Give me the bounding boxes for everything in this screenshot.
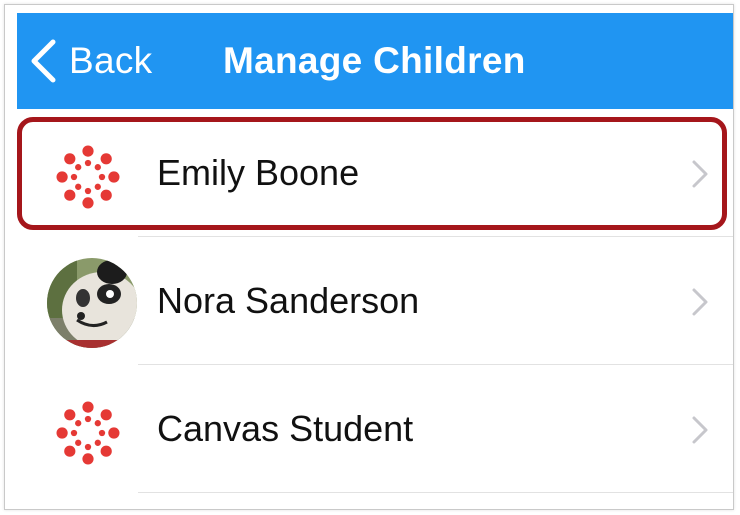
- page-title: Manage Children: [223, 40, 526, 81]
- child-name: Canvas Student: [157, 408, 414, 449]
- back-label: Back: [69, 40, 153, 81]
- chevron-right-icon: [692, 288, 708, 316]
- list-item-child[interactable]: Nora Sanderson: [17, 237, 733, 365]
- list-item-child[interactable]: Emily Boone: [17, 109, 733, 237]
- list-item-child[interactable]: Canvas Student: [17, 365, 733, 493]
- chevron-left-icon: [31, 39, 56, 83]
- canvas-logo-icon: [56, 401, 120, 465]
- chevron-right-icon: [692, 416, 708, 444]
- child-name: Nora Sanderson: [157, 280, 420, 321]
- children-list: Emily Boone Nora Sanderson Canvas Studen…: [17, 109, 733, 493]
- chevron-right-icon: [692, 160, 708, 188]
- child-name: Emily Boone: [157, 152, 360, 193]
- canvas-logo-icon: [56, 145, 120, 209]
- panda-photo-icon: [47, 258, 137, 348]
- divider: [138, 492, 733, 493]
- avatar-photo: [47, 258, 137, 348]
- navigation-bar: Back Manage Children: [17, 13, 733, 109]
- back-button[interactable]: Back: [29, 37, 152, 85]
